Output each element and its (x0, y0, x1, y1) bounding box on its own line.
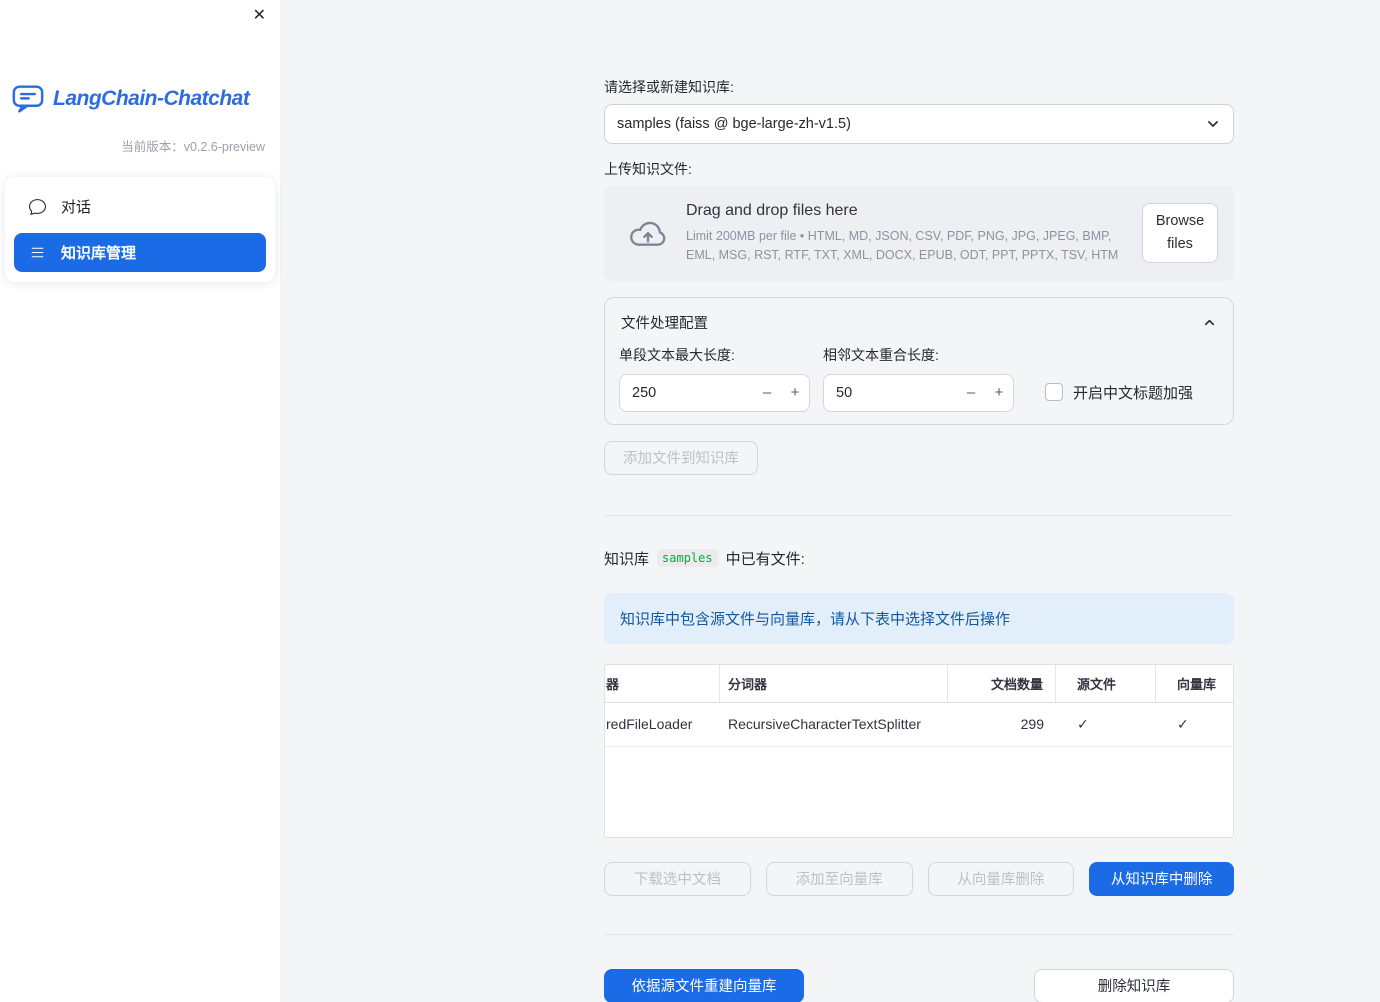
zh-title-enhance-field: 开启中文标题加强 (1027, 382, 1193, 412)
kb-selectbox-value: samples (faiss @ bge-large-zh-v1.5) (617, 116, 851, 132)
kb-select-label: 请选择或新建知识库: (604, 79, 734, 95)
chunk-size-decrement-button[interactable]: – (753, 384, 781, 401)
table-empty-area (605, 747, 1233, 837)
kb-files-suffix: 中已有文件: (725, 550, 805, 568)
file-dropzone[interactable]: Drag and drop files here Limit 200MB per… (604, 186, 1234, 281)
cloud-upload-icon (628, 217, 668, 249)
expander-header[interactable]: 文件处理配置 (619, 310, 1219, 333)
browse-files-button[interactable]: Browse files (1142, 203, 1218, 264)
cell-loader: redFileLoader (606, 715, 693, 732)
chunk-size-label: 单段文本最大长度: (619, 346, 735, 363)
add-to-vector-store-button[interactable]: 添加至向量库 (765, 861, 913, 896)
chunk-size-increment-button[interactable]: + (781, 384, 809, 401)
kb-selectbox[interactable]: samples (faiss @ bge-large-zh-v1.5) (604, 104, 1234, 144)
sidebar-item-dialogue[interactable]: 对话 (14, 187, 266, 226)
delete-from-kb-button[interactable]: 从知识库中删除 (1089, 861, 1234, 896)
table-header-splitter: 分词器 (720, 664, 948, 702)
version-label: 当前版本： (121, 140, 184, 154)
overlap-input[interactable]: 50 – + (823, 373, 1014, 412)
file-action-buttons: 下载选中文档 添加至向量库 从向量库删除 从知识库中删除 (604, 861, 1234, 896)
kb-files-table: 器 分词器 文档数量 源文件 向量库 redFileLoader Recursi… (604, 663, 1234, 838)
dropzone-limits: Limit 200MB per file • HTML, MD, JSON, C… (686, 229, 1119, 262)
chunk-size-field: 单段文本最大长度: 250 – + (619, 345, 810, 412)
cell-splitter: RecursiveCharacterTextSplitter (728, 715, 921, 732)
zh-title-enhance-checkbox[interactable] (1045, 383, 1063, 401)
table-header-source-file: 源文件 (1056, 664, 1156, 702)
sidebar: ✕ LangChain-Chatchat 当前版本：v0.2.6-preview (0, 0, 280, 1002)
overlap-value[interactable]: 50 (824, 385, 957, 401)
version-text: 当前版本：v0.2.6-preview (0, 114, 280, 155)
kb-level-buttons: 依据源文件重建向量库 删除知识库 (604, 968, 1234, 1002)
overlap-field: 相邻文本重合长度: 50 – + (823, 345, 1014, 412)
app-window: ✕ LangChain-Chatchat 当前版本：v0.2.6-preview (0, 0, 1380, 1002)
cell-vector-store-check: ✓ (1177, 715, 1189, 732)
sidebar-item-label: 对话 (61, 199, 92, 216)
main-content: 请选择或新建知识库: samples (faiss @ bge-large-zh… (604, 0, 1234, 1002)
file-config-expander: 文件处理配置 单段文本最大长度: 250 – + 相邻文本重合长度: 50 – … (604, 296, 1234, 425)
table-header-doc-count: 文档数量 (948, 664, 1056, 702)
chunk-size-input[interactable]: 250 – + (619, 373, 810, 412)
main-area: 请选择或新建知识库: samples (faiss @ bge-large-zh… (280, 0, 1380, 1002)
kb-files-heading: 知识库 samples 中已有文件: (604, 548, 1234, 569)
zh-title-enhance-label: 开启中文标题加强 (1073, 384, 1194, 402)
section-divider (604, 514, 1234, 516)
table-row[interactable]: redFileLoader RecursiveCharacterTextSpli… (605, 703, 1233, 747)
sidebar-menu: 对话 知识库管理 (5, 177, 275, 282)
chunk-size-value[interactable]: 250 (620, 385, 753, 401)
bottom-divider (604, 933, 1234, 935)
expander-title: 文件处理配置 (621, 315, 708, 332)
sidebar-close-icon[interactable]: ✕ (253, 8, 266, 24)
overlap-decrement-button[interactable]: – (957, 384, 985, 401)
table-header-loader: 器 (605, 664, 720, 702)
logo: LangChain-Chatchat (0, 0, 280, 114)
sidebar-item-label: 知识库管理 (61, 245, 137, 262)
table-header-vector-store: 向量库 (1177, 676, 1217, 692)
dropzone-instruction: Drag and drop files here (686, 202, 858, 219)
chevron-down-icon (1205, 116, 1221, 132)
upload-label: 上传知识文件: (604, 161, 692, 177)
chatchat-logo-icon (12, 84, 44, 114)
sidebar-item-kb-management[interactable]: 知识库管理 (14, 233, 266, 272)
overlap-label: 相邻文本重合长度: (823, 346, 939, 363)
table-header-row: 器 分词器 文档数量 源文件 向量库 (605, 664, 1233, 703)
app-title: LangChain-Chatchat (53, 87, 250, 110)
list-icon (29, 244, 46, 261)
cell-doc-count: 299 (1020, 715, 1044, 732)
cell-source-file-check: ✓ (1077, 715, 1089, 732)
chat-bubble-icon (29, 198, 46, 215)
add-files-to-kb-button[interactable]: 添加文件到知识库 (604, 440, 758, 475)
dropzone-texts: Drag and drop files here Limit 200MB per… (686, 202, 1142, 265)
delete-from-vector-store-button[interactable]: 从向量库删除 (927, 861, 1075, 896)
config-row: 单段文本最大长度: 250 – + 相邻文本重合长度: 50 – + 开启中文标… (619, 345, 1219, 412)
rebuild-vector-store-button[interactable]: 依据源文件重建向量库 (604, 968, 804, 1002)
chevron-up-icon (1202, 315, 1217, 330)
overlap-increment-button[interactable]: + (985, 384, 1013, 401)
version-value: v0.2.6-preview (183, 140, 265, 154)
delete-kb-button[interactable]: 删除知识库 (1034, 968, 1234, 1002)
download-selected-button[interactable]: 下载选中文档 (604, 861, 751, 896)
kb-name-code: samples (657, 549, 718, 567)
info-banner: 知识库中包含源文件与向量库，请从下表中选择文件后操作 (604, 592, 1234, 644)
kb-files-prefix: 知识库 (604, 550, 650, 568)
